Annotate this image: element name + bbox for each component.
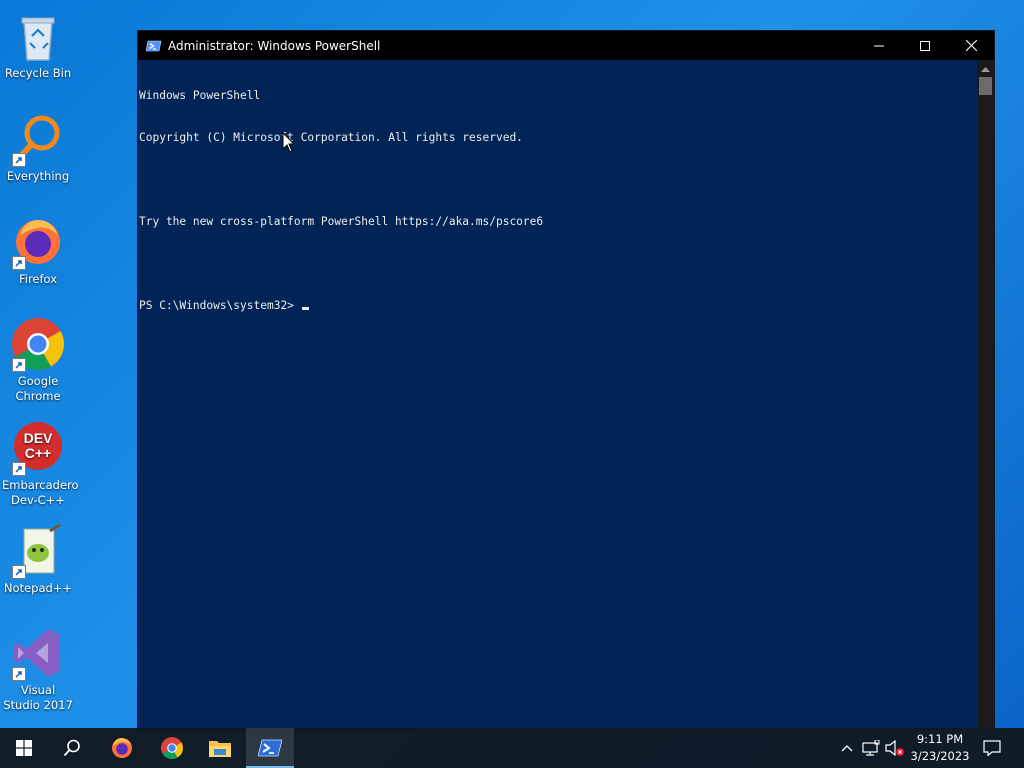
volume-muted-icon (885, 740, 904, 756)
desktop-icon-label: Google Chrome (15, 374, 61, 403)
windows-start-icon (16, 740, 32, 756)
volume-button[interactable] (884, 728, 906, 768)
scroll-up-button[interactable] (977, 60, 994, 77)
network-icon (862, 740, 880, 756)
console-output[interactable]: Windows PowerShell Copyright (C) Microso… (138, 60, 977, 729)
maximize-button[interactable] (902, 31, 948, 60)
recycle-bin-icon (10, 8, 66, 64)
desktop-icon-label: Visual Studio 2017 (3, 683, 73, 712)
firefox-icon (10, 214, 66, 270)
close-icon (965, 40, 977, 51)
window-titlebar[interactable]: Administrator: Windows PowerShell (138, 31, 994, 60)
dev-cpp-icon: DEV C++ (10, 420, 66, 476)
console-line: Windows PowerShell (139, 89, 261, 102)
notepad-plus-plus-icon (10, 523, 66, 579)
show-hidden-icons-button[interactable] (838, 728, 856, 768)
search-button[interactable] (48, 728, 96, 768)
action-center-button[interactable] (978, 728, 1006, 768)
file-explorer-icon (209, 741, 231, 757)
everything-search-icon (10, 111, 66, 167)
shortcut-arrow-icon (12, 256, 26, 270)
taskbar-file-explorer[interactable] (196, 728, 244, 768)
svg-text:C++: C++ (25, 445, 51, 461)
desktop-icon-embarcadero-dev-cpp[interactable]: DEV C++ Embarcadero Dev-C++ (0, 420, 79, 508)
desktop-icon-firefox[interactable]: Firefox (0, 214, 76, 287)
desktop-icon-visual-studio-2017[interactable]: Visual Studio 2017 (0, 625, 76, 713)
desktop-icon-label: Embarcadero Dev-C++ (2, 478, 79, 507)
window-title: Administrator: Windows PowerShell (168, 38, 381, 53)
minimize-icon (874, 45, 884, 46)
shortcut-arrow-icon (12, 358, 26, 372)
taskbar-clock[interactable]: 9:11 PM 3/23/2023 (906, 731, 974, 765)
powershell-icon (258, 739, 282, 757)
close-button[interactable] (948, 31, 994, 60)
notification-icon (983, 740, 1001, 756)
console-line: Copyright (C) Microsoft Corporation. All… (139, 131, 523, 144)
start-button[interactable] (0, 728, 48, 768)
scrollbar-thumb[interactable] (979, 77, 992, 95)
mouse-pointer-icon (282, 132, 296, 153)
shortcut-arrow-icon (12, 153, 26, 167)
minimize-button[interactable] (856, 31, 902, 60)
taskbar: 9:11 PM 3/23/2023 (0, 728, 1024, 768)
shortcut-arrow-icon (12, 565, 26, 579)
desktop-icon-notepad-plus-plus[interactable]: Notepad++ (0, 523, 76, 596)
firefox-icon (112, 738, 132, 758)
console-prompt: PS C:\Windows\system32> (139, 299, 294, 312)
desktop-icon-label: Recycle Bin (4, 66, 72, 80)
desktop-icon-label: Notepad++ (3, 581, 73, 595)
desktop-icon-google-chrome[interactable]: Google Chrome (0, 316, 76, 404)
chevron-up-icon (841, 745, 853, 752)
powershell-icon (145, 38, 162, 54)
text-cursor (301, 307, 309, 310)
taskbar-powershell[interactable] (246, 728, 294, 768)
console-line: Try the new cross-platform PowerShell ht… (139, 215, 544, 228)
network-button[interactable] (860, 728, 882, 768)
clock-time: 9:11 PM (916, 732, 964, 746)
shortcut-arrow-icon (12, 667, 26, 681)
chrome-icon (161, 737, 183, 759)
taskbar-chrome[interactable] (148, 728, 196, 768)
svg-text:DEV: DEV (24, 430, 53, 446)
shortcut-arrow-icon (12, 462, 26, 476)
maximize-icon (920, 40, 930, 51)
taskbar-firefox[interactable] (98, 728, 146, 768)
search-icon (63, 739, 80, 757)
chrome-icon (10, 316, 66, 372)
visual-studio-icon (10, 625, 66, 681)
desktop-icon-everything[interactable]: Everything (0, 111, 76, 184)
vertical-scrollbar[interactable] (977, 60, 994, 729)
powershell-window[interactable]: Administrator: Windows PowerShell Window… (137, 30, 995, 730)
desktop-icon-label: Firefox (18, 272, 58, 286)
prompt-line[interactable]: PS C:\Windows\system32> (139, 299, 977, 313)
desktop-icon-recycle-bin[interactable]: Recycle Bin (0, 8, 76, 81)
desktop-icon-label: Everything (6, 169, 70, 183)
scroll-up-arrow-icon (981, 66, 990, 72)
clock-date: 3/23/2023 (910, 749, 970, 763)
